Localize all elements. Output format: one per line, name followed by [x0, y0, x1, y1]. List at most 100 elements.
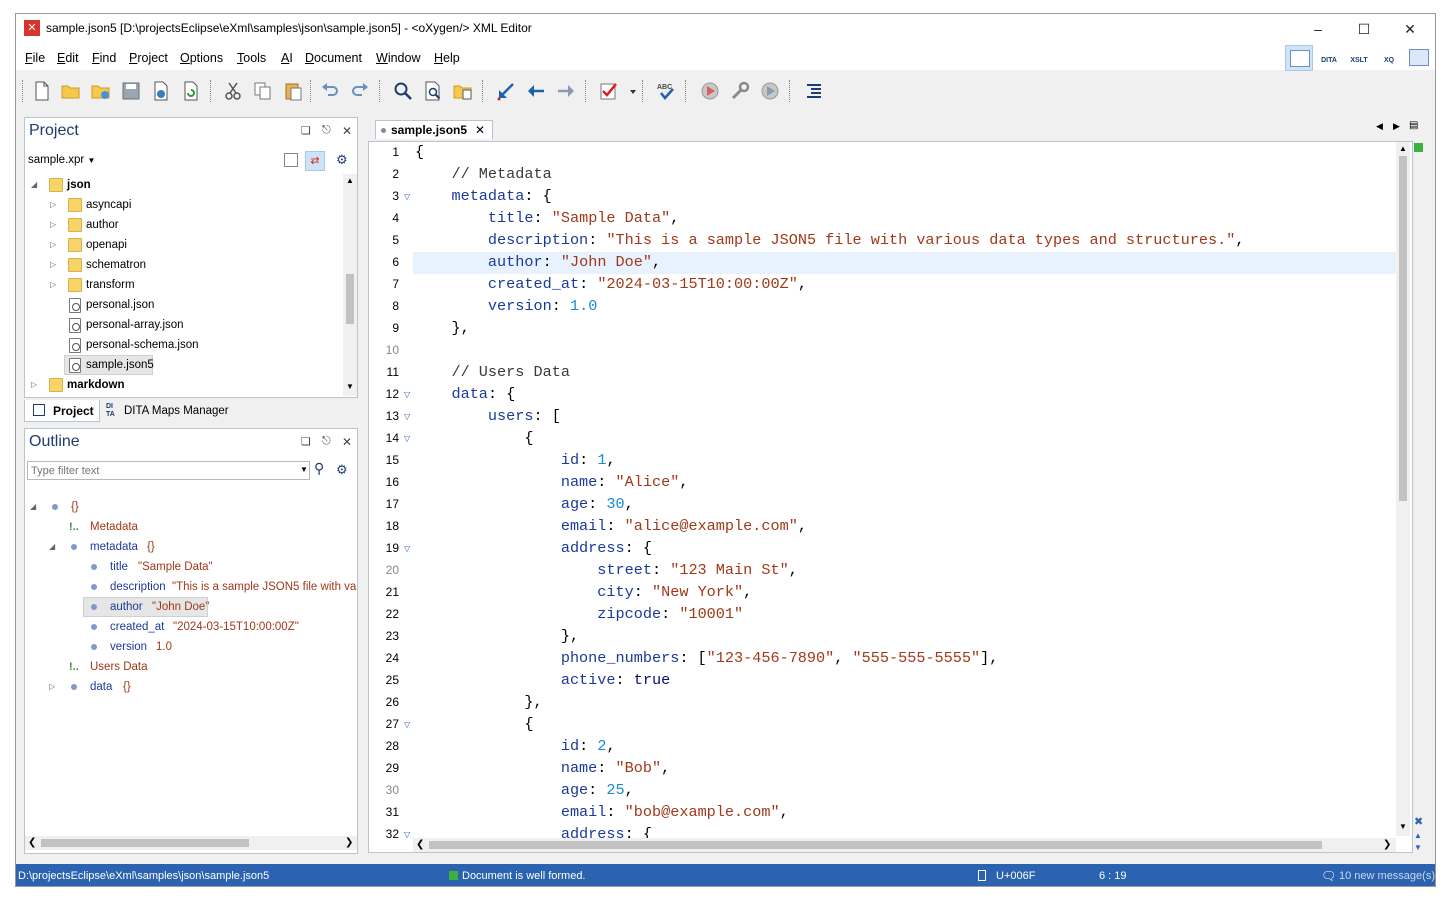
debug-icon[interactable] [760, 81, 780, 101]
find-in-files-icon[interactable] [423, 81, 443, 101]
outline-hscrollbar[interactable]: ❮ ❯ [25, 836, 357, 850]
xslt-debugger-perspective-button[interactable]: XSLT [1345, 45, 1373, 71]
spellcheck-icon[interactable]: ABC [656, 81, 676, 101]
settings-gear-icon[interactable]: ⚙ [336, 462, 348, 478]
outline-item-description[interactable]: description "This is a sample JSON5 file… [25, 577, 357, 597]
code-line[interactable]: id: 1, [415, 451, 616, 469]
fold-toggle-icon[interactable]: ▽ [404, 192, 410, 201]
code-line[interactable]: users: [ [415, 407, 561, 425]
pin-icon[interactable]: ⎋ [322, 435, 331, 448]
code-line[interactable]: { [415, 429, 533, 447]
close-tab-icon[interactable]: ✕ [475, 121, 485, 139]
tree-item-asyncapi[interactable]: ▷ asyncapi [25, 195, 343, 215]
fold-toggle-icon[interactable]: ▽ [404, 390, 410, 399]
close-window-button[interactable]: ✕ [1387, 14, 1433, 44]
code-line[interactable]: { [415, 715, 533, 733]
close-markers-icon[interactable]: ✖ [1414, 815, 1423, 828]
code-line[interactable]: active: true [415, 671, 670, 689]
apply-transformation-icon[interactable] [700, 81, 720, 101]
tab-scroll-right-icon[interactable]: ▶ [1393, 121, 1400, 132]
outline-item-metadata-comment[interactable]: !.. Metadata [25, 517, 357, 537]
code-line[interactable]: id: 2, [415, 737, 616, 755]
menu-ai[interactable]: AI [281, 51, 293, 65]
copy-icon[interactable] [253, 81, 273, 101]
fold-toggle-icon[interactable]: ▽ [404, 544, 410, 553]
tab-dita-maps-manager[interactable]: DI TA DITA Maps Manager [104, 400, 230, 422]
database-perspective-button[interactable] [1405, 45, 1433, 71]
menu-project[interactable]: Project [129, 51, 168, 65]
project-vscrollbar[interactable]: ▲ ▼ [343, 174, 357, 396]
outline-item-root[interactable]: ◢ {} [25, 497, 357, 517]
link-with-editor-icon[interactable]: ⇄ [305, 151, 325, 171]
overview-ruler[interactable]: ✖ ▲ ▼ [1414, 141, 1423, 855]
next-marker-icon[interactable]: ▲ [1414, 831, 1422, 840]
restore-icon[interactable]: ❏ [301, 435, 311, 448]
code-line[interactable]: { [415, 143, 424, 161]
editor-tab-sample-json5[interactable]: sample.json5 ✕ [375, 120, 493, 139]
code-line[interactable]: metadata: { [415, 187, 551, 205]
code-line[interactable]: version: 1.0 [415, 297, 597, 315]
redo-icon[interactable] [350, 81, 370, 101]
code-line[interactable]: }, [415, 627, 579, 645]
xquery-debugger-perspective-button[interactable]: XQ [1375, 45, 1403, 71]
code-line[interactable]: name: "Bob", [415, 759, 670, 777]
outline-item-metadata[interactable]: ◢ metadata {} [25, 537, 357, 557]
outline-item-created-at[interactable]: created_at "2024-03-15T10:00:00Z" [25, 617, 357, 637]
search-icon[interactable]: ⚲ [314, 460, 324, 477]
prev-marker-icon[interactable]: ▼ [1414, 843, 1422, 852]
open-resource-icon[interactable] [453, 81, 473, 101]
tab-list-icon[interactable]: ▤ [1409, 120, 1418, 131]
code-line[interactable]: city: "New York", [415, 583, 752, 601]
code-line[interactable]: name: "Alice", [415, 473, 689, 491]
menu-file[interactable]: File [25, 51, 45, 65]
tree-item-author[interactable]: ▷ author [25, 215, 343, 235]
fold-toggle-icon[interactable]: ▽ [404, 412, 410, 421]
fold-toggle-icon[interactable]: ▽ [404, 720, 410, 729]
close-panel-icon[interactable]: ✕ [342, 435, 352, 449]
outline-filter-input[interactable] [27, 461, 310, 480]
code-line[interactable]: age: 30, [415, 495, 634, 513]
menu-tools[interactable]: Tools [237, 51, 266, 65]
code-line[interactable]: description: "This is a sample JSON5 fil… [415, 231, 1245, 249]
status-messages[interactable]: 10 new message(s) [1339, 870, 1435, 882]
messages-icon[interactable]: 🗨 [1321, 869, 1336, 883]
minimize-button[interactable]: – [1295, 14, 1341, 44]
outline-item-version[interactable]: version 1.0 [25, 637, 357, 657]
menu-find[interactable]: Find [92, 51, 116, 65]
validate-dropdown-icon[interactable] [623, 81, 636, 101]
code-line[interactable]: street: "123 Main St", [415, 561, 798, 579]
menu-options[interactable]: Options [180, 51, 223, 65]
fold-toggle-icon[interactable]: ▽ [404, 434, 410, 443]
back-to-last-edit-icon[interactable] [496, 81, 516, 101]
tree-item-json[interactable]: ◢ json [25, 175, 343, 195]
filter-history-dropdown-icon[interactable]: ▼ [300, 465, 308, 474]
editor-vscrollbar[interactable]: ▲ ▼ [1396, 142, 1410, 836]
open-icon[interactable] [61, 81, 81, 101]
code-line[interactable]: }, [415, 693, 542, 711]
fold-toggle-icon[interactable]: ▽ [404, 830, 410, 839]
project-selector[interactable]: sample.xpr ▼ [28, 154, 95, 166]
tree-item-personal-array-json[interactable]: personal-array.json [25, 315, 343, 335]
collapse-all-icon[interactable] [284, 153, 298, 167]
code-line[interactable]: phone_numbers: ["123-456-7890", "555-555… [415, 649, 999, 667]
code-line[interactable]: }, [415, 319, 469, 337]
back-icon[interactable] [526, 81, 546, 101]
code-line[interactable]: // Users Data [415, 363, 569, 381]
new-file-icon[interactable] [32, 81, 52, 101]
code-line[interactable]: address: { [415, 539, 652, 557]
menu-document[interactable]: Document [305, 51, 362, 65]
tree-item-openapi[interactable]: ▷ openapi [25, 235, 343, 255]
restore-icon[interactable]: ❏ [301, 124, 311, 137]
settings-gear-icon[interactable]: ⚙ [336, 152, 348, 168]
menu-window[interactable]: Window [376, 51, 420, 65]
tree-item-personal-schema-json[interactable]: personal-schema.json [25, 335, 343, 355]
cut-icon[interactable] [223, 81, 243, 101]
outline-item-users-data-comment[interactable]: !.. Users Data [25, 657, 357, 677]
editor-hscrollbar[interactable]: ❮ ❯ [413, 838, 1396, 852]
tab-scroll-left-icon[interactable]: ◀ [1376, 121, 1383, 132]
outline-item-data[interactable]: ▷ data {} [25, 677, 357, 697]
paste-icon[interactable] [283, 81, 303, 101]
pin-icon[interactable]: ⎋ [322, 124, 331, 137]
open-url-icon[interactable] [91, 81, 111, 101]
tab-project[interactable]: Project [24, 400, 100, 422]
